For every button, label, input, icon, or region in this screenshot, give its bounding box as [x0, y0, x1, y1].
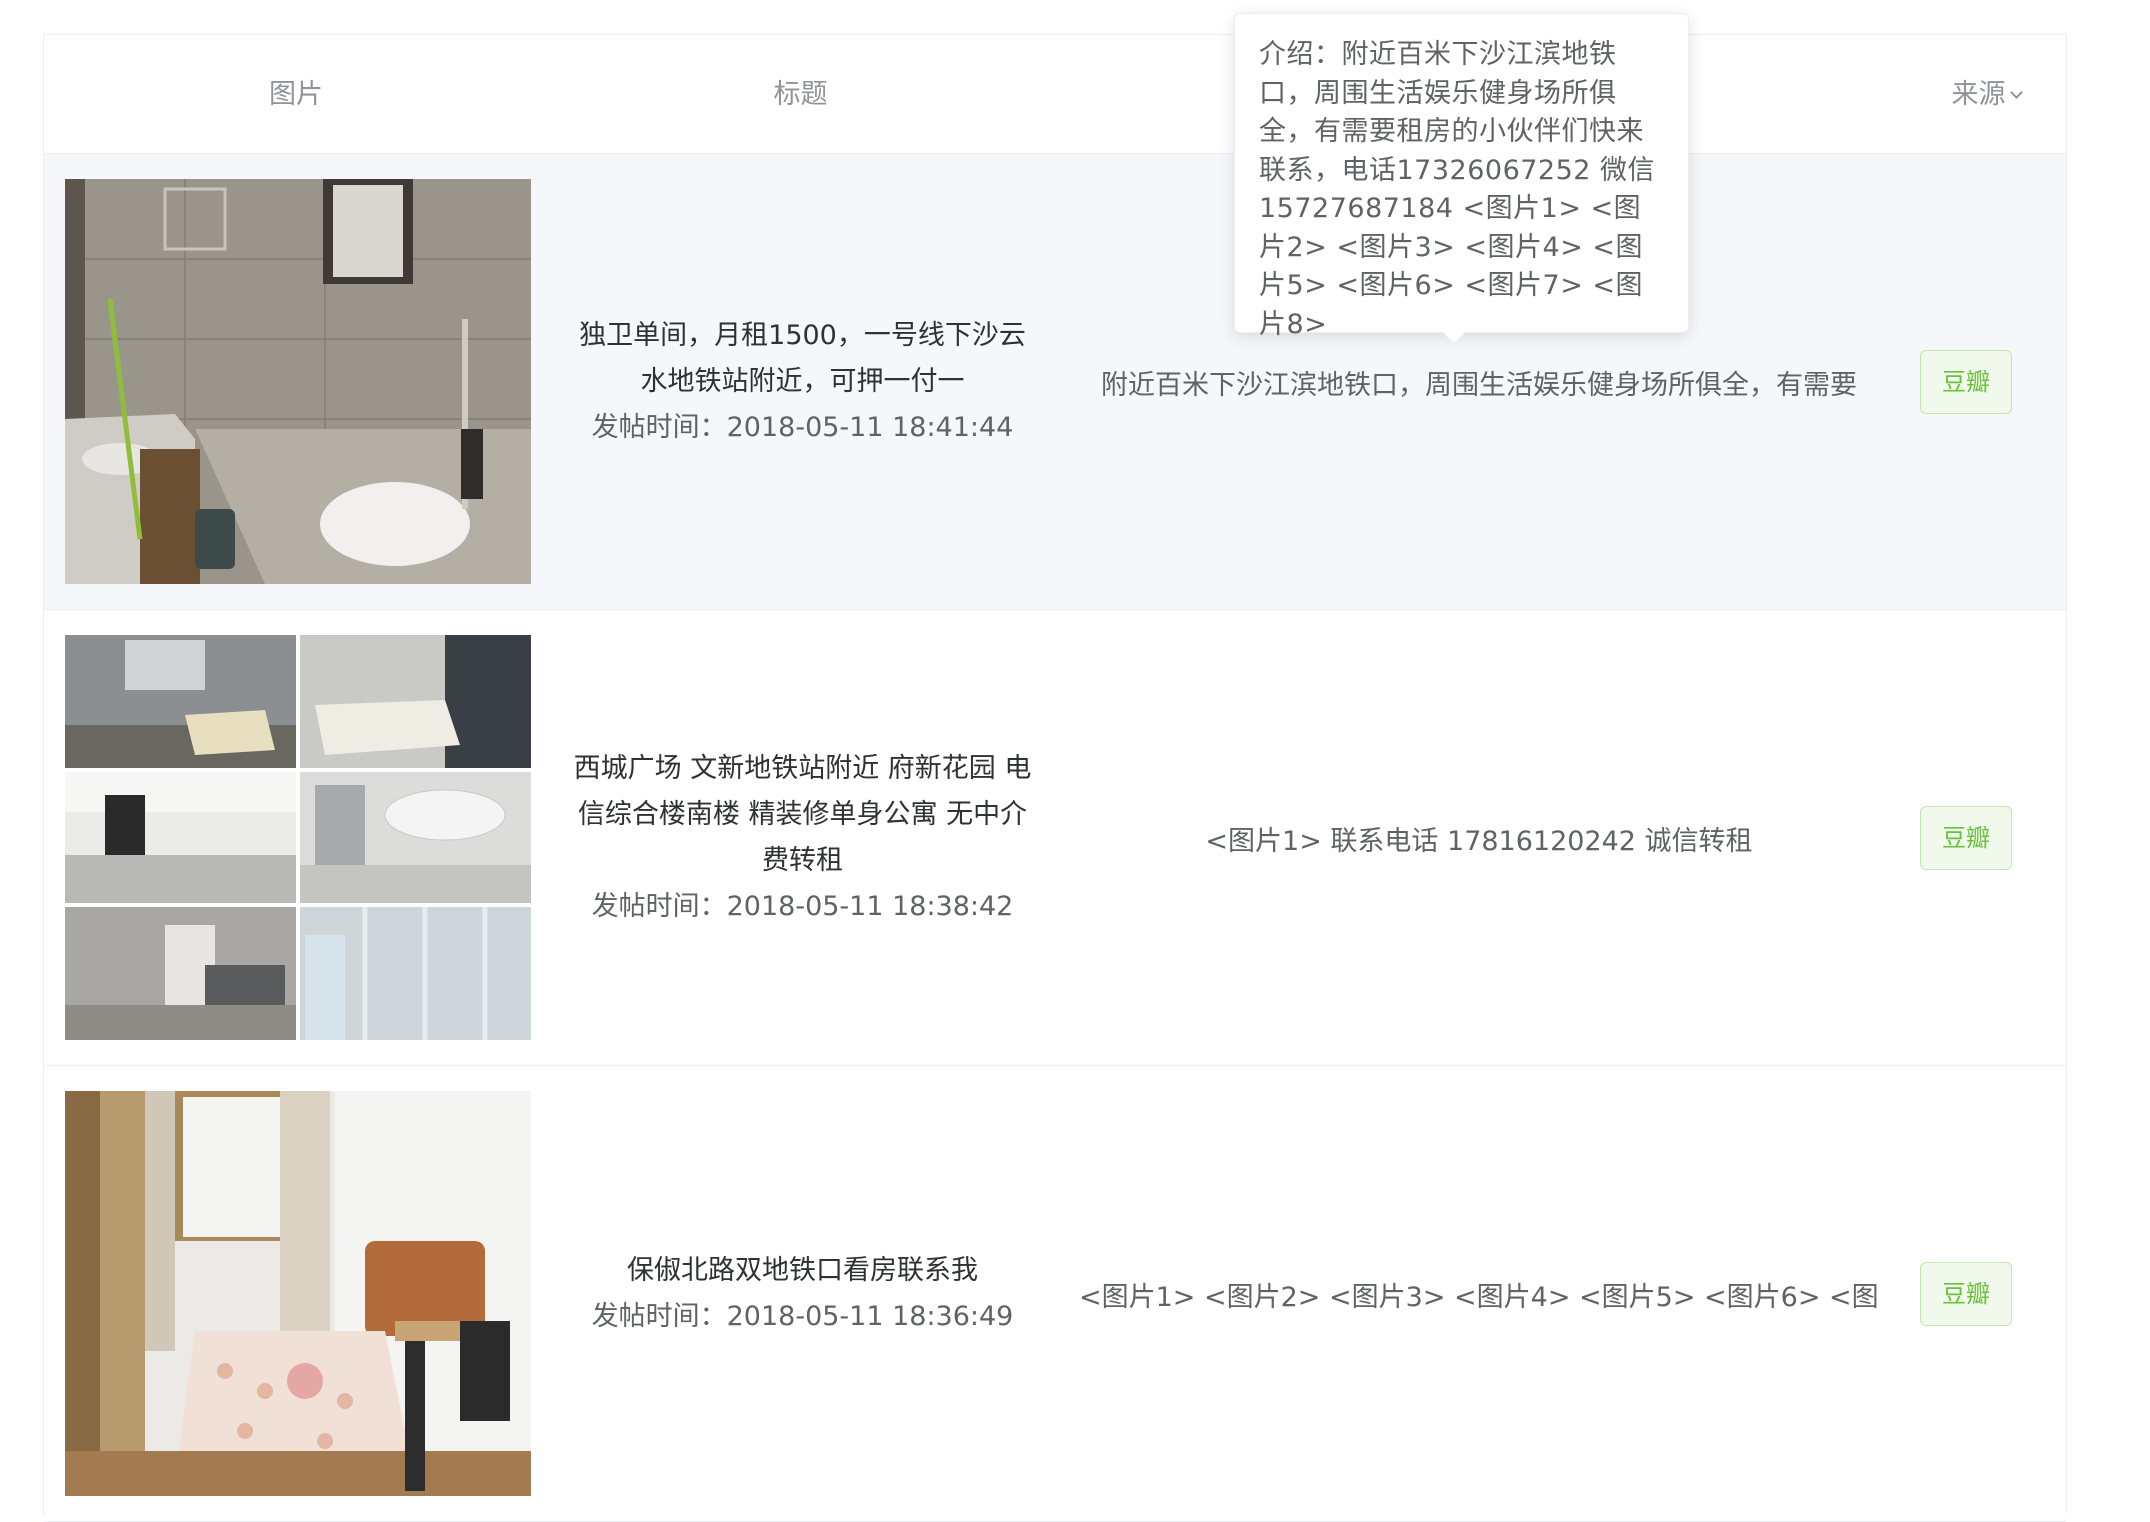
listing-title-cell: 保俶北路双地铁口看房联系我 发帖时间：2018-05-11 18:36:49: [570, 1066, 1035, 1522]
listing-description: <图片1> 联系电话 17816120242 诚信转租: [1079, 610, 1879, 1066]
source-tag[interactable]: 豆瓣: [1920, 1262, 2012, 1326]
listing-table: 图片 标题 来源 独卫单间，月租1500，一号线下沙云水地铁站附近，可押一付一 …: [43, 34, 2067, 1522]
apartment-collage-photo: [65, 635, 531, 1040]
header-source-filter[interactable]: 来源: [1904, 35, 2068, 154]
bedroom-photo: [65, 1091, 531, 1496]
header-image: 图片: [269, 79, 323, 110]
listing-title-cell: 独卫单间，月租1500，一号线下沙云水地铁站附近，可押一付一 发帖时间：2018…: [570, 154, 1035, 610]
listing-title[interactable]: 西城广场 文新地铁站附近 府新花园 电信综合楼南楼 精装修单身公寓 无中介费转租: [570, 746, 1035, 884]
header-title: 标题: [773, 79, 828, 110]
table-row[interactable]: 独卫单间，月租1500，一号线下沙云水地铁站附近，可押一付一 发帖时间：2018…: [44, 154, 2066, 610]
source-tag[interactable]: 豆瓣: [1920, 806, 2012, 870]
listing-post-time: 发帖时间：2018-05-11 18:41:44: [591, 412, 1014, 443]
table-row[interactable]: 保俶北路双地铁口看房联系我 发帖时间：2018-05-11 18:36:49 <…: [44, 1066, 2066, 1522]
listing-title-cell: 西城广场 文新地铁站附近 府新花园 电信综合楼南楼 精装修单身公寓 无中介费转租…: [570, 610, 1035, 1066]
listing-description-text: 附近百米下沙江滨地铁口，周围生活娱乐健身场所俱全，有需要: [1101, 369, 1857, 401]
listing-image[interactable]: [65, 179, 531, 584]
header-source-label: 来源: [1951, 79, 2006, 110]
chevron-down-icon: [2009, 86, 2023, 99]
listing-post-time: 发帖时间：2018-05-11 18:38:42: [591, 891, 1014, 922]
listing-image[interactable]: [65, 1091, 531, 1496]
listing-description-text: <图片1> 联系电话 17816120242 诚信转租: [1205, 825, 1753, 857]
bathroom-photo: [65, 179, 531, 584]
listing-post-time: 发帖时间：2018-05-11 18:36:49: [591, 1301, 1014, 1332]
listing-title[interactable]: 保俶北路双地铁口看房联系我: [627, 1248, 978, 1294]
listing-image[interactable]: [65, 635, 531, 1040]
description-tooltip: 介绍：附近百米下沙江滨地铁口，周围生活娱乐健身场所俱全，有需要租房的小伙伴们快来…: [1234, 13, 1689, 340]
source-tag[interactable]: 豆瓣: [1920, 350, 2012, 414]
listing-title[interactable]: 独卫单间，月租1500，一号线下沙云水地铁站附近，可押一付一: [570, 313, 1035, 405]
table-header: 图片 标题 来源: [44, 35, 2066, 154]
listing-description: <图片1> <图片2> <图片3> <图片4> <图片5> <图片6> <图片: [1079, 1066, 1879, 1522]
table-row[interactable]: 西城广场 文新地铁站附近 府新花园 电信综合楼南楼 精装修单身公寓 无中介费转租…: [44, 610, 2066, 1066]
listing-description-text: <图片1> <图片2> <图片3> <图片4> <图片5> <图片6> <图片: [1079, 1281, 1879, 1313]
